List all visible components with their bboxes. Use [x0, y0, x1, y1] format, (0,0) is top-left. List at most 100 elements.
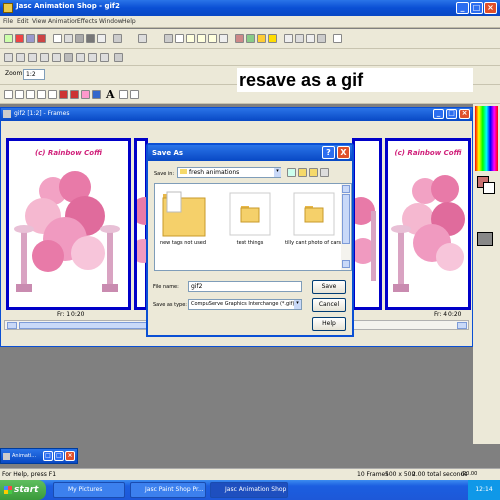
- zoom-tool-icon[interactable]: [15, 90, 24, 99]
- redo-icon[interactable]: [138, 34, 147, 43]
- folder-item-3[interactable]: [291, 190, 337, 238]
- frames-maximize-button[interactable]: □: [446, 109, 457, 119]
- copy-icon[interactable]: [175, 34, 184, 43]
- paste-after-icon[interactable]: [208, 34, 217, 43]
- save-in-select[interactable]: fresh animations: [177, 167, 281, 178]
- frame-cell-1[interactable]: (c) Rainbow Coffi: [6, 138, 131, 310]
- effects-icon[interactable]: [257, 34, 266, 43]
- menu-help[interactable]: Help: [122, 18, 136, 25]
- insert-image-icon[interactable]: [246, 34, 255, 43]
- delete-icon[interactable]: [219, 34, 228, 43]
- insert-frame-icon[interactable]: [235, 34, 244, 43]
- stop-icon[interactable]: [28, 53, 37, 62]
- dropper-tool-icon[interactable]: [48, 90, 57, 99]
- help-button[interactable]: Help: [312, 317, 346, 331]
- menu-file[interactable]: File: [3, 18, 13, 25]
- task-my-pictures[interactable]: My Pictures: [53, 482, 125, 498]
- undo-icon[interactable]: [113, 34, 122, 43]
- dialog-help-button[interactable]: ?: [322, 146, 335, 159]
- eraser-tool-icon[interactable]: [70, 90, 79, 99]
- save-as-type-select[interactable]: CompuServe Graphics Interchange (*.gif): [188, 299, 302, 310]
- frame-cell-4[interactable]: (c) Rainbow Coffi: [385, 138, 471, 310]
- menu-animation[interactable]: Animation: [48, 18, 79, 25]
- frame-properties-icon[interactable]: [295, 34, 304, 43]
- wizard-icon[interactable]: [4, 34, 13, 43]
- chevron-down-icon[interactable]: ▾: [274, 168, 281, 177]
- cancel-button[interactable]: Cancel: [312, 298, 346, 312]
- frames-minimize-button[interactable]: _: [433, 109, 444, 119]
- transition-icon[interactable]: [268, 34, 277, 43]
- menu-edit[interactable]: Edit: [17, 18, 29, 25]
- close-button[interactable]: ×: [65, 451, 75, 461]
- first-frame-icon[interactable]: [4, 53, 13, 62]
- play-icon[interactable]: [40, 53, 49, 62]
- line-tool-icon[interactable]: [119, 90, 128, 99]
- browse-icon[interactable]: [37, 34, 46, 43]
- scroll-left-button[interactable]: [7, 322, 17, 329]
- scan-icon[interactable]: [26, 34, 35, 43]
- zoom-select[interactable]: 1:2: [23, 69, 45, 80]
- save-all-icon[interactable]: [86, 34, 95, 43]
- restore-button[interactable]: □: [43, 451, 53, 461]
- open-file-icon[interactable]: [64, 34, 73, 43]
- frame-cell-3[interactable]: [352, 138, 382, 310]
- fill-tool-icon[interactable]: [81, 90, 90, 99]
- up-folder-icon[interactable]: [298, 168, 307, 177]
- next-frame-icon[interactable]: [52, 53, 61, 62]
- menu-window[interactable]: Window: [99, 18, 123, 25]
- help-icon[interactable]: [333, 34, 342, 43]
- task-animation-shop[interactable]: Jasc Animation Shop -...: [210, 482, 288, 498]
- open-icon[interactable]: [15, 34, 24, 43]
- scroll-thumb[interactable]: [19, 322, 149, 329]
- scroll-up-button[interactable]: [342, 185, 350, 193]
- scroll-thumb[interactable]: [342, 194, 350, 244]
- background-color-swatch[interactable]: [483, 182, 495, 194]
- maximize-button[interactable]: □: [54, 451, 64, 461]
- dropper-tool-icon-2[interactable]: [92, 90, 101, 99]
- view-menu-icon[interactable]: [320, 168, 329, 177]
- text-tool-icon[interactable]: A: [106, 88, 115, 101]
- save-as-dialog: Save As ? X Save in: fresh animations ▾ …: [146, 143, 354, 337]
- crop-tool-icon[interactable]: [37, 90, 46, 99]
- menu-effects[interactable]: Effects: [77, 18, 97, 25]
- rectangle-tool-icon[interactable]: [130, 90, 139, 99]
- file-name-input[interactable]: gif2: [188, 281, 302, 292]
- resize-icon[interactable]: [317, 34, 326, 43]
- transparent-swatch[interactable]: [477, 232, 493, 246]
- loop-icon[interactable]: [88, 53, 97, 62]
- preview-icon[interactable]: [114, 53, 123, 62]
- scroll-right-button[interactable]: [457, 322, 467, 329]
- color-spectrum[interactable]: [475, 106, 498, 171]
- close-button[interactable]: ×: [484, 2, 497, 14]
- paintbrush-tool-icon[interactable]: [59, 90, 68, 99]
- menu-view[interactable]: View: [32, 18, 46, 25]
- record-icon[interactable]: [100, 53, 109, 62]
- minimized-window[interactable]: Animati... □ □ ×: [0, 448, 78, 464]
- dialog-close-button[interactable]: X: [337, 146, 350, 159]
- new-folder-icon[interactable]: [309, 168, 318, 177]
- save-icon[interactable]: [75, 34, 84, 43]
- maximize-button[interactable]: □: [470, 2, 483, 14]
- folder-item-2[interactable]: [227, 190, 273, 238]
- view-animation-icon[interactable]: [64, 53, 73, 62]
- paste-before-icon[interactable]: [197, 34, 206, 43]
- mover-tool-icon[interactable]: [26, 90, 35, 99]
- scroll-down-button[interactable]: [342, 260, 350, 268]
- new-icon[interactable]: [53, 34, 62, 43]
- minimize-button[interactable]: _: [456, 2, 469, 14]
- save-button[interactable]: Save: [312, 280, 346, 294]
- frames-close-button[interactable]: ×: [459, 109, 470, 119]
- chevron-down-icon[interactable]: ▾: [294, 300, 301, 309]
- print-icon[interactable]: [97, 34, 106, 43]
- back-icon[interactable]: [287, 168, 296, 177]
- last-frame-icon[interactable]: [76, 53, 85, 62]
- pointer-tool-icon[interactable]: [4, 90, 13, 99]
- properties-icon[interactable]: [284, 34, 293, 43]
- folder-item-1[interactable]: [161, 190, 207, 238]
- cut-icon[interactable]: [164, 34, 173, 43]
- paste-icon[interactable]: [186, 34, 195, 43]
- animation-properties-icon[interactable]: [306, 34, 315, 43]
- file-list-scrollbar[interactable]: [341, 184, 351, 270]
- prev-frame-icon[interactable]: [16, 53, 25, 62]
- task-paint-shop[interactable]: Jasc Paint Shop Pr...: [130, 482, 206, 498]
